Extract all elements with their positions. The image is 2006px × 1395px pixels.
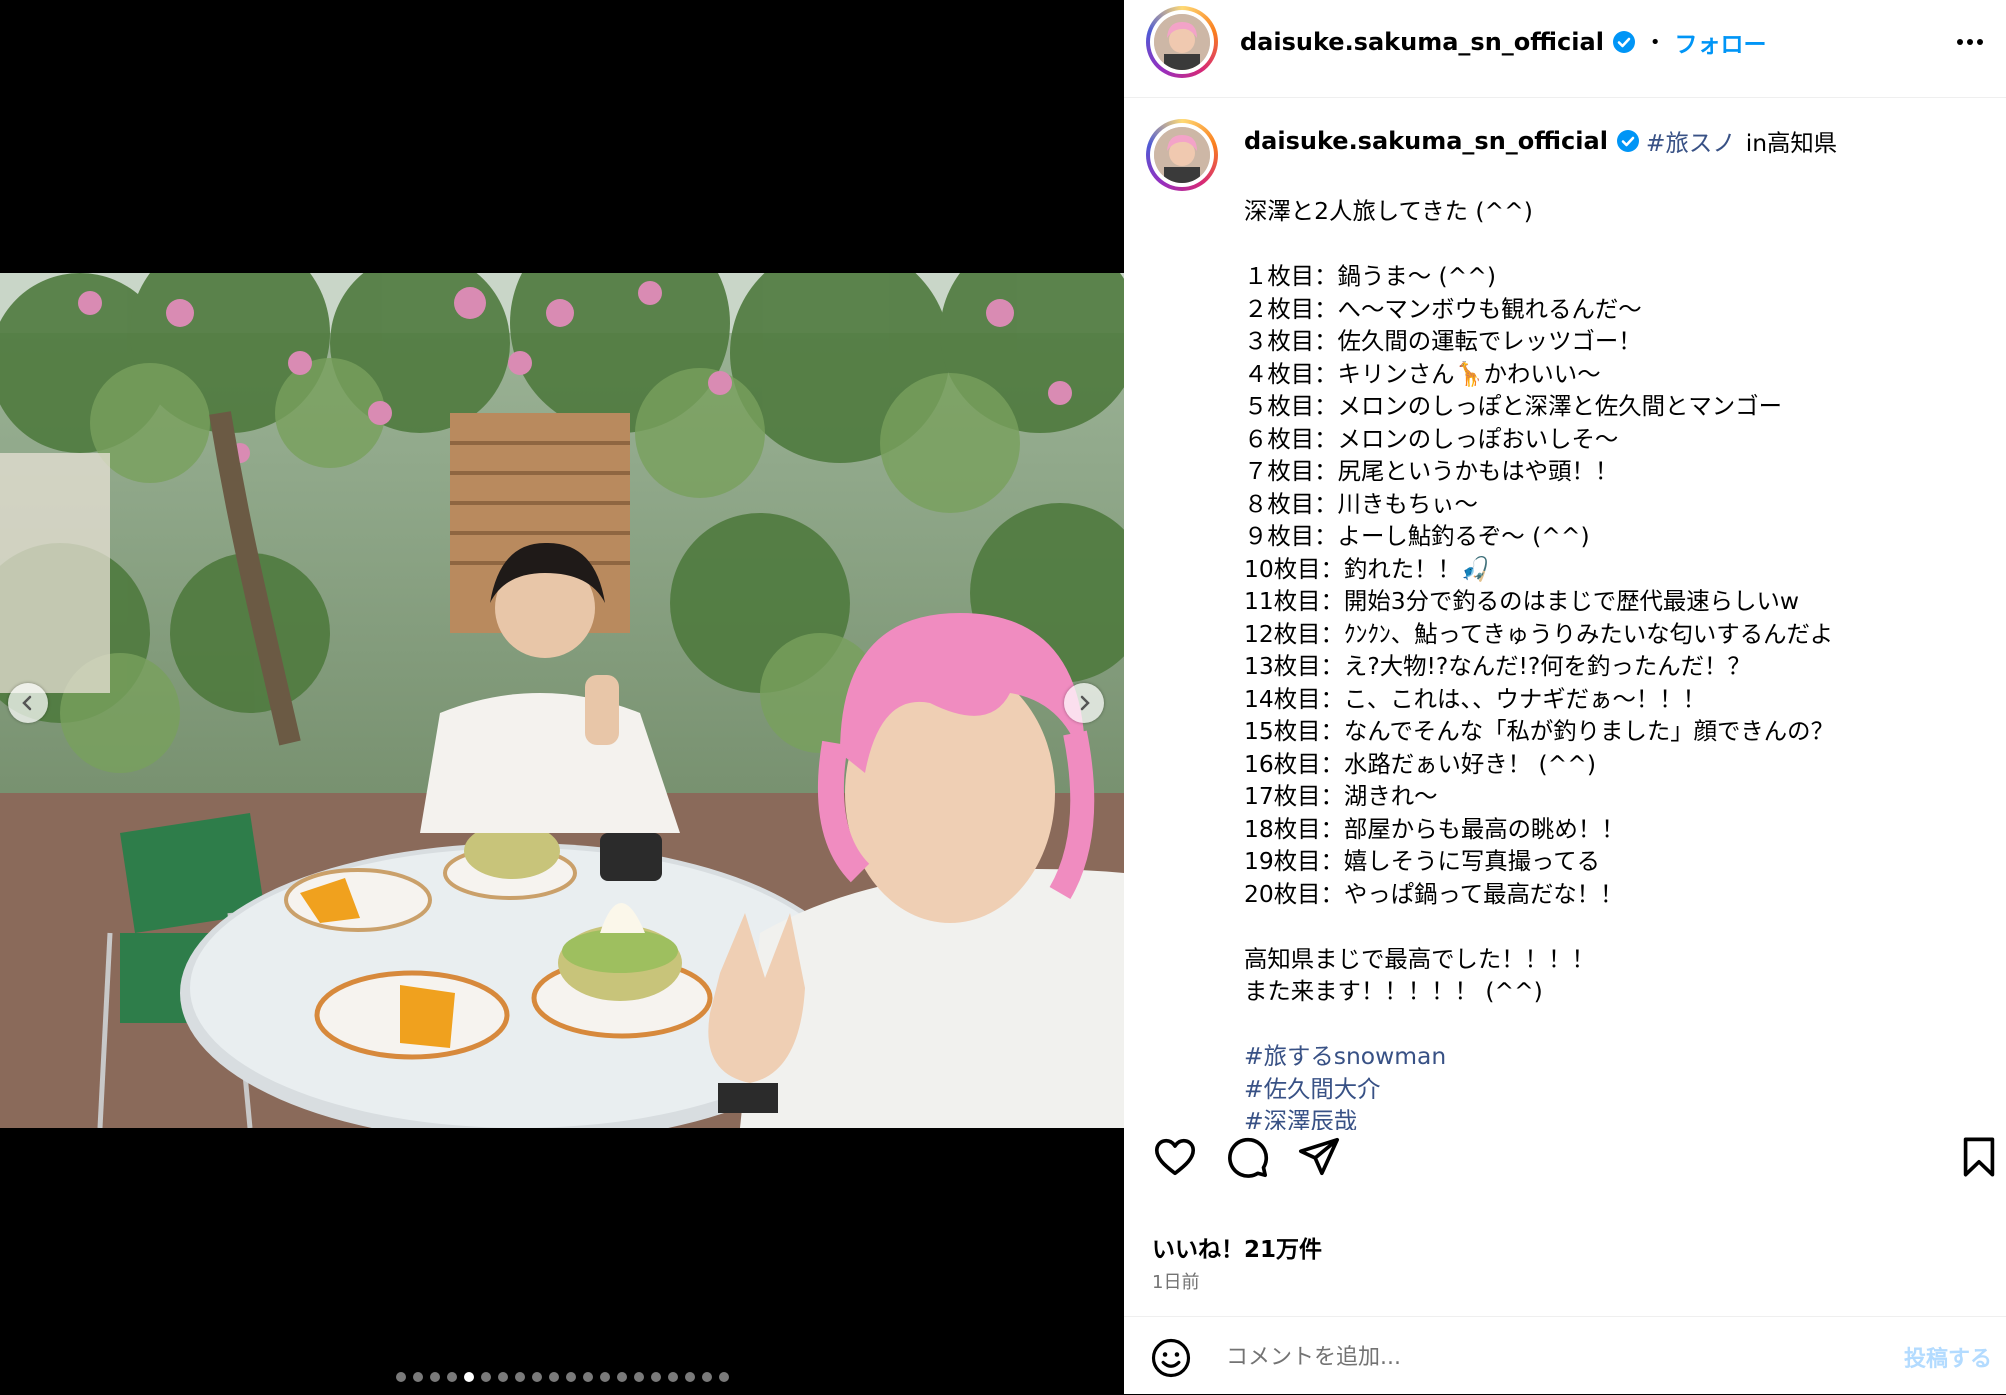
heart-icon [1154, 1138, 1196, 1176]
carousel-dot [667, 1372, 678, 1382]
carousel-dot [616, 1372, 627, 1382]
carousel-dot [497, 1372, 508, 1382]
carousel-dot [514, 1372, 525, 1382]
carousel-dot [599, 1372, 610, 1382]
post-comment-button[interactable]: 投稿する [1904, 1341, 1992, 1373]
caption-line: 18枚目：部屋からも最高の眺め！！ [1244, 814, 1625, 843]
carousel-dot [548, 1372, 559, 1382]
chevron-right-icon [1080, 695, 1090, 711]
carousel-dot [412, 1372, 423, 1382]
action-bar [1124, 1128, 2006, 1190]
carousel-prev-button[interactable] [8, 683, 48, 723]
smiley-icon [1151, 1338, 1191, 1378]
avatar-photo [1154, 127, 1210, 183]
carousel-dot [684, 1372, 695, 1382]
post-timestamp[interactable]: 1日前 [1152, 1268, 1199, 1294]
caption-line: 14枚目：こ、これは、、ウナギだぁ〜！！！ [1244, 684, 1707, 713]
caption-line: ５枚目：メロンのしっぽと深澤と佐久間とマンゴー [1244, 392, 1782, 420]
comment-bubble-icon [1228, 1137, 1269, 1178]
caption-line [1244, 1008, 1984, 1041]
bookmark-icon [1963, 1137, 1995, 1177]
carousel-dot [565, 1372, 576, 1382]
follow-button[interactable]: フォロー [1675, 25, 1767, 59]
caption-avatar[interactable] [1146, 119, 1218, 191]
header-username[interactable]: daisuke.sakuma_sn_official [1240, 28, 1604, 56]
caption-line: 11枚目：開始3分で釣るのはまじで歴代最速らしいw [1244, 587, 1799, 615]
carousel-dot [429, 1372, 440, 1382]
caption-line: １枚目：鍋うま〜 (^^) [1244, 262, 1497, 290]
caption-line: ４枚目：キリンさん🦒かわいい〜 [1244, 359, 1601, 388]
save-button[interactable] [1956, 1134, 2002, 1180]
caption-line [1244, 228, 1984, 261]
caption-line: 17枚目：湖きれ〜 [1244, 782, 1438, 810]
caption-line: 16枚目：水路だぁい好き！ (^^) [1244, 749, 1596, 778]
share-button[interactable] [1296, 1134, 1342, 1180]
caption-line: ７枚目：尻尾というかもはや頭！！ [1244, 457, 1619, 485]
caption-section: daisuke.sakuma_sn_official #旅スノ in高知県 深澤… [1124, 97, 2006, 1130]
avatar-photo [1154, 14, 1210, 70]
caption-line: ９枚目：よーし鮎釣るぞ〜 (^^) [1244, 522, 1590, 550]
caption-location: in高知県 [1745, 129, 1838, 157]
carousel-dot [446, 1372, 457, 1382]
comment-button[interactable] [1224, 1134, 1270, 1180]
emoji-button[interactable] [1150, 1337, 1192, 1379]
more-options-button[interactable] [1952, 30, 1988, 54]
more-horizontal-icon [1957, 39, 1983, 45]
header-avatar[interactable] [1146, 6, 1218, 78]
header-separator: • [1649, 31, 1661, 53]
carousel-dots [0, 1372, 1124, 1384]
caption-line: 13枚目：え?大物!?なんだ!?何を釣ったんだ！？ [1244, 652, 1751, 680]
carousel-next-button[interactable] [1064, 683, 1104, 723]
caption-line: ２枚目：へ〜マンボウも観れるんだ〜 [1244, 294, 1642, 323]
caption-line: 19枚目：嬉しそうに写真撮ってる [1244, 847, 1601, 875]
caption-hashtag-link[interactable]: #深澤辰哉 [1244, 1105, 1984, 1130]
carousel-dot [718, 1372, 729, 1382]
comment-bar: 投稿する [1124, 1316, 2006, 1395]
caption-text: 深澤と2人旅してきた (^^) １枚目：鍋うま〜 (^^) ２枚目：へ〜マンボウも観… [1244, 195, 1984, 1130]
caption-line: 20枚目：やっぱ鍋って最高だな！！ [1244, 879, 1624, 908]
carousel-dot [395, 1372, 406, 1382]
verified-badge-icon [1616, 130, 1639, 152]
carousel-dot [633, 1372, 644, 1382]
caption-hashtag[interactable]: #旅スノ [1646, 124, 1736, 158]
caption-line: 10枚目：釣れた！！🎣 [1244, 554, 1491, 583]
post-panel: daisuke.sakuma_sn_official • フォロー daisuk… [1124, 0, 2006, 1394]
like-button[interactable] [1152, 1134, 1198, 1180]
caption-line: ６枚目：メロンのしっぽおいしそ〜 [1244, 424, 1619, 453]
caption-line: 15枚目：なんでそんな「私が釣りました」顔できんの？ [1244, 717, 1834, 745]
carousel-dot [480, 1372, 491, 1382]
carousel-dot [650, 1372, 661, 1382]
verified-badge-icon [1612, 31, 1635, 53]
photo-illustration [0, 273, 1124, 1128]
chevron-left-icon [22, 695, 32, 711]
caption-line: 12枚目：ｸﾝｸﾝ、鮎ってきゅうりみたいな匂いするんだよ [1244, 619, 1834, 648]
caption-line: ８枚目：川きもちぃ〜 [1244, 489, 1478, 518]
caption-hashtag-link[interactable]: #旅するsnowman [1244, 1040, 1984, 1073]
carousel-dot [701, 1372, 712, 1382]
caption-line: ３枚目：佐久間の運転でレッツゴー！ [1244, 327, 1642, 355]
caption-line [1244, 910, 1984, 943]
caption-username[interactable]: daisuke.sakuma_sn_official [1244, 127, 1608, 155]
comment-input[interactable] [1224, 1337, 1868, 1377]
caption-line: 高知県まじで最高でした！！！！ [1244, 944, 1595, 973]
post-header: daisuke.sakuma_sn_official • フォロー [1124, 0, 2006, 98]
caption-line: また来ます！！！！！ (^^) [1244, 977, 1543, 1005]
paper-plane-icon [1298, 1137, 1340, 1176]
carousel-dot [531, 1372, 542, 1382]
carousel-dot [582, 1372, 593, 1382]
media-pane [0, 0, 1124, 1394]
caption-line: 深澤と2人旅してきた (^^) [1244, 197, 1533, 225]
caption-hashtag-link[interactable]: #佐久間大介 [1244, 1073, 1984, 1106]
likes-count[interactable]: いいね！21万件 [1152, 1230, 1322, 1264]
carousel-dot [463, 1372, 474, 1382]
post-photo[interactable] [0, 273, 1124, 1128]
